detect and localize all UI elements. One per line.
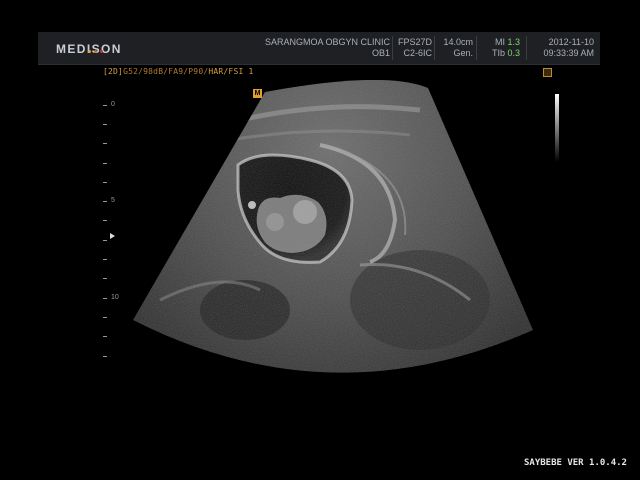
software-version: SAYBEBE VER 1.0.4.2 bbox=[524, 458, 627, 468]
preset-name: OB1 bbox=[371, 48, 390, 58]
fps-value: FPS27D bbox=[397, 37, 432, 47]
mode-parameters: [2D]G52/98dB/FA9/P90/HAR/FSI 1 bbox=[103, 67, 254, 76]
index-info: MI 1.3 TIb 0.3 bbox=[478, 37, 520, 59]
depth-tick bbox=[103, 278, 107, 279]
depth-tick bbox=[103, 124, 107, 125]
clinic-info: SARANGMOA OBGYN CLINIC OB1 bbox=[260, 37, 390, 59]
harmonic-params: HAR/FSI 1 bbox=[208, 67, 254, 76]
depth-tick bbox=[103, 298, 107, 299]
mi-label: MI bbox=[494, 37, 505, 47]
gen-label: Gen. bbox=[453, 48, 473, 58]
depth-tick bbox=[103, 105, 107, 106]
header-bar: MEDISON SARANGMOA OBGYN CLINIC OB1 FPS27… bbox=[38, 32, 600, 65]
gain-params: G52/98dB/FA9/P90/ bbox=[123, 67, 209, 76]
divider bbox=[476, 36, 477, 60]
depth-tick bbox=[103, 317, 107, 318]
depth-label-10: 10 bbox=[111, 294, 119, 301]
depth-tick bbox=[103, 336, 107, 337]
depth-tick bbox=[103, 356, 107, 357]
depth-value: 14.0cm bbox=[443, 37, 473, 47]
depth-tick bbox=[103, 240, 107, 241]
depth-tick bbox=[103, 143, 107, 144]
clinic-name: SARANGMOA OBGYN CLINIC bbox=[264, 37, 390, 47]
depth-tick bbox=[103, 220, 107, 221]
depth-tick bbox=[103, 259, 107, 260]
depth-tick bbox=[103, 163, 107, 164]
datetime-info: 2012-11-10 09:33:39 AM bbox=[528, 37, 594, 59]
tib-value: 0.3 bbox=[507, 48, 520, 58]
orientation-marker-icon: M bbox=[253, 89, 262, 98]
date-value: 2012-11-10 bbox=[548, 37, 594, 47]
focus-marker-icon[interactable] bbox=[110, 233, 115, 239]
mi-value: 1.3 bbox=[507, 37, 520, 47]
tib-label: TIb bbox=[491, 48, 505, 58]
depth-info: 14.0cm Gen. bbox=[433, 37, 473, 59]
depth-label-5: 5 bbox=[111, 197, 115, 204]
depth-tick bbox=[103, 201, 107, 202]
depth-label-0: 0 bbox=[111, 101, 115, 108]
probe-info: FPS27D C2-6IC bbox=[388, 37, 432, 59]
grayscale-bar-icon bbox=[555, 94, 559, 162]
mode-label: [2D] bbox=[103, 67, 124, 76]
depth-tick bbox=[103, 182, 107, 183]
time-value: 09:33:39 AM bbox=[543, 48, 594, 58]
status-indicator-icon bbox=[543, 68, 552, 77]
probe-name: C2-6IC bbox=[403, 48, 432, 58]
divider bbox=[526, 36, 527, 60]
brand-dots-icon bbox=[88, 38, 106, 57]
